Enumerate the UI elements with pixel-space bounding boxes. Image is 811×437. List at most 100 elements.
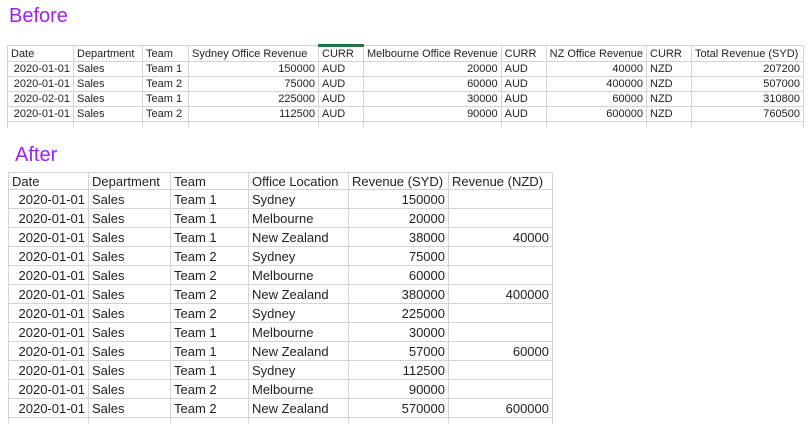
cell[interactable]: 2020-01-01: [9, 380, 89, 399]
cell[interactable]: 570000: [349, 399, 449, 418]
column-header[interactable]: CURR: [647, 46, 692, 62]
cell[interactable]: 75000: [349, 247, 449, 266]
cell[interactable]: Team 2: [171, 304, 249, 323]
cell[interactable]: AUD: [501, 62, 546, 77]
cell[interactable]: 2020-01-01: [8, 107, 74, 122]
cell[interactable]: 2020-01-01: [9, 228, 89, 247]
cell[interactable]: New Zealand: [249, 285, 349, 304]
cell[interactable]: Sales: [89, 304, 171, 323]
cell[interactable]: [449, 266, 553, 285]
cell[interactable]: Sales: [89, 190, 171, 209]
cell[interactable]: [692, 122, 804, 129]
cell[interactable]: 2020-01-01: [9, 190, 89, 209]
cell[interactable]: [349, 418, 449, 425]
cell[interactable]: AUD: [319, 62, 364, 77]
cell[interactable]: Sales: [89, 247, 171, 266]
column-header[interactable]: Date: [8, 46, 74, 62]
cell[interactable]: Sydney: [249, 247, 349, 266]
column-header[interactable]: NZ Office Revenue: [546, 46, 646, 62]
cell[interactable]: 60000: [364, 77, 502, 92]
cell[interactable]: Sales: [74, 77, 143, 92]
cell[interactable]: 2020-01-01: [8, 77, 74, 92]
cell[interactable]: 2020-01-01: [9, 304, 89, 323]
cell[interactable]: Sales: [89, 209, 171, 228]
cell[interactable]: Team 2: [171, 380, 249, 399]
cell[interactable]: 75000: [189, 77, 319, 92]
cell[interactable]: 112500: [189, 107, 319, 122]
cell[interactable]: Team 1: [171, 361, 249, 380]
cell[interactable]: 2020-01-01: [9, 285, 89, 304]
column-header[interactable]: Date: [9, 173, 89, 190]
cell[interactable]: 380000: [349, 285, 449, 304]
cell[interactable]: Melbourne: [249, 323, 349, 342]
column-header[interactable]: Department: [89, 173, 171, 190]
cell[interactable]: New Zealand: [249, 399, 349, 418]
cell[interactable]: AUD: [319, 107, 364, 122]
cell[interactable]: 2020-01-01: [9, 247, 89, 266]
cell[interactable]: AUD: [319, 92, 364, 107]
cell[interactable]: 60000: [449, 342, 553, 361]
cell[interactable]: [449, 304, 553, 323]
cell[interactable]: [449, 380, 553, 399]
cell[interactable]: [143, 122, 189, 129]
cell[interactable]: [249, 418, 349, 425]
cell[interactable]: Team 1: [143, 62, 189, 77]
column-header[interactable]: Revenue (SYD): [349, 173, 449, 190]
cell[interactable]: Sales: [74, 62, 143, 77]
cell[interactable]: [89, 418, 171, 425]
cell[interactable]: AUD: [501, 107, 546, 122]
cell[interactable]: Team 1: [171, 190, 249, 209]
cell[interactable]: Team 1: [171, 228, 249, 247]
cell[interactable]: [449, 323, 553, 342]
cell[interactable]: 2020-01-01: [9, 323, 89, 342]
cell[interactable]: Team 1: [171, 323, 249, 342]
cell[interactable]: [364, 122, 502, 129]
cell[interactable]: New Zealand: [249, 228, 349, 247]
cell[interactable]: [449, 209, 553, 228]
column-header[interactable]: CURR: [501, 46, 546, 62]
cell[interactable]: 60000: [349, 266, 449, 285]
cell[interactable]: [546, 122, 646, 129]
cell[interactable]: Sales: [89, 399, 171, 418]
cell[interactable]: [501, 122, 546, 129]
cell[interactable]: 225000: [349, 304, 449, 323]
cell[interactable]: Sales: [89, 228, 171, 247]
column-header[interactable]: Office Location: [249, 173, 349, 190]
cell[interactable]: AUD: [501, 77, 546, 92]
cell[interactable]: [319, 122, 364, 129]
cell[interactable]: 30000: [364, 92, 502, 107]
cell[interactable]: 225000: [189, 92, 319, 107]
cell[interactable]: 20000: [349, 209, 449, 228]
cell[interactable]: 2020-02-01: [8, 92, 74, 107]
cell[interactable]: Sales: [89, 380, 171, 399]
cell[interactable]: [449, 418, 553, 425]
column-header[interactable]: Revenue (NZD): [449, 173, 553, 190]
cell[interactable]: Melbourne: [249, 209, 349, 228]
cell[interactable]: 90000: [349, 380, 449, 399]
cell[interactable]: 2020-01-01: [8, 62, 74, 77]
cell[interactable]: 20000: [364, 62, 502, 77]
cell[interactable]: Team 2: [171, 285, 249, 304]
cell[interactable]: 507000: [692, 77, 804, 92]
cell[interactable]: 400000: [546, 77, 646, 92]
cell[interactable]: Sydney: [249, 190, 349, 209]
cell[interactable]: 40000: [449, 228, 553, 247]
cell[interactable]: [171, 418, 249, 425]
cell[interactable]: Sales: [89, 323, 171, 342]
cell[interactable]: Team 2: [143, 107, 189, 122]
cell[interactable]: 600000: [449, 399, 553, 418]
cell[interactable]: 2020-01-01: [9, 266, 89, 285]
cell[interactable]: Sydney: [249, 361, 349, 380]
cell[interactable]: New Zealand: [249, 342, 349, 361]
column-header[interactable]: Sydney Office Revenue: [189, 46, 319, 62]
cell[interactable]: 2020-01-01: [9, 361, 89, 380]
cell[interactable]: 2020-01-01: [9, 342, 89, 361]
cell[interactable]: 150000: [189, 62, 319, 77]
cell[interactable]: Melbourne: [249, 380, 349, 399]
column-header[interactable]: Department: [74, 46, 143, 62]
cell[interactable]: Team 1: [171, 209, 249, 228]
cell[interactable]: [8, 122, 74, 129]
cell[interactable]: Sydney: [249, 304, 349, 323]
cell[interactable]: 400000: [449, 285, 553, 304]
cell[interactable]: AUD: [501, 92, 546, 107]
